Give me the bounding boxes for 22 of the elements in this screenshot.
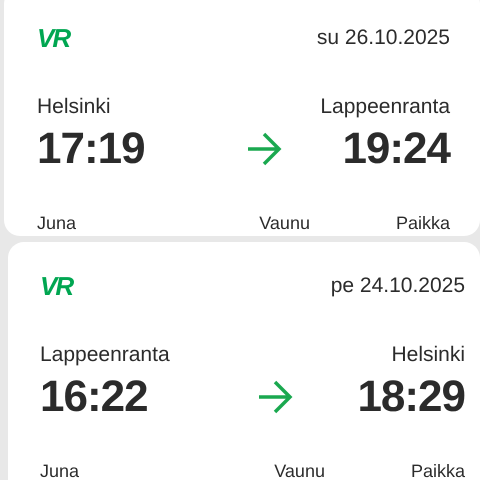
logo: VR [40, 274, 72, 298]
arrival-time: 18:29 [357, 372, 465, 422]
departure-station: Lappeenranta [40, 342, 170, 368]
departure-station: Helsinki [37, 94, 111, 120]
field-label: Juna [40, 460, 80, 480]
field-label: Juna [37, 212, 76, 234]
travel-date: pe 24.10.2025 [330, 273, 465, 299]
arrival-station: Lappeenranta [320, 94, 450, 120]
logo: VR [37, 26, 70, 50]
arrival-station: Helsinki [391, 342, 465, 368]
departure-time: 16:22 [40, 372, 148, 422]
ticket-card[interactable]: VR pe 24.10.2025 Lappeenranta Helsinki 16:22 18:29 Juna Vaunu Paikka [8, 242, 480, 480]
ticket-card[interactable]: VR su 26.10.2025 Helsinki Lappeenranta 17:19 19:24 Juna Vaunu Paikka [4, 0, 480, 236]
travel-date: su 26.10.2025 [316, 25, 450, 51]
field-label: Vaunu [274, 460, 325, 480]
departure-time: 17:19 [37, 124, 145, 174]
arrival-time: 19:24 [342, 124, 450, 174]
arrow-right-icon [256, 380, 292, 414]
field-label: Paikka [396, 212, 450, 234]
field-label: Paikka [410, 460, 465, 480]
field-label: Vaunu [259, 212, 310, 234]
arrow-right-icon [246, 132, 282, 166]
